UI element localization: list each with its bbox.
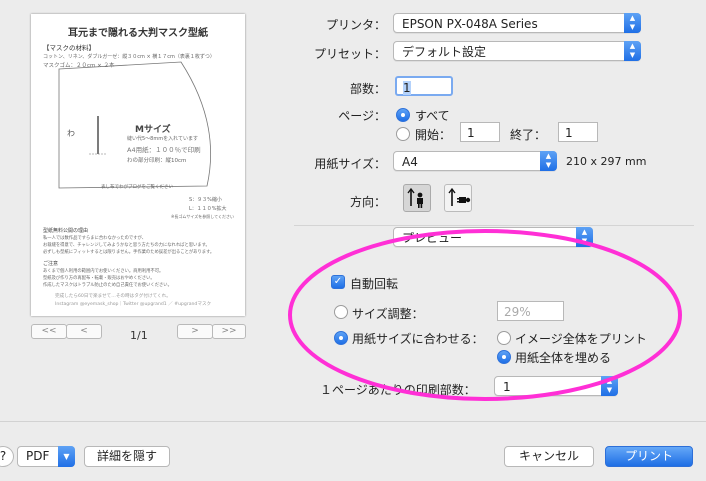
first-page-button[interactable]: << <box>31 324 67 339</box>
updown-chevron-icon: ▲ ▼ <box>576 227 593 247</box>
copies-label: 部数： <box>349 82 386 96</box>
print-entire-image-radio[interactable] <box>497 331 511 345</box>
auto-rotate-checkbox[interactable]: ✓ <box>331 275 345 289</box>
printer-value: EPSON PX-048A Series <box>402 17 538 31</box>
fill-entire-paper-label: 用紙全体を埋める <box>515 351 612 365</box>
section-divider <box>294 225 694 226</box>
footer-divider <box>0 421 706 422</box>
next-page-button[interactable]: > <box>177 324 213 339</box>
copies-per-page-value: 1 <box>503 380 511 394</box>
pages-range-radio[interactable] <box>396 127 410 141</box>
last-page-button[interactable]: >> <box>212 324 246 339</box>
copies-value: 1 <box>403 81 411 95</box>
preview-size-label: Mサイズ <box>135 125 171 135</box>
pages-all-radio[interactable] <box>396 108 410 122</box>
preview-notes-heading: 型紙無料公開の理由 <box>43 228 89 234</box>
copies-per-page-label: １ページあたりの印刷部数： <box>320 383 476 397</box>
pages-from-field[interactable]: 1 <box>460 122 500 142</box>
print-button[interactable]: プリント <box>605 446 693 467</box>
landscape-orientation-button[interactable] <box>444 184 472 212</box>
pdf-menu-button[interactable]: PDF ▼ <box>17 446 75 467</box>
page-indicator: 1/1 <box>130 329 148 342</box>
preview-notes-line: 作成したマスクはトラブル防止のため自己責任でお使いください。 <box>43 283 172 288</box>
updown-chevron-icon: ▲ ▼ <box>540 151 557 171</box>
hide-details-button[interactable]: 詳細を隠す <box>84 446 170 467</box>
preview-fold-mark: わ <box>67 129 75 138</box>
fit-to-paper-radio[interactable] <box>334 331 348 345</box>
chevron-down-icon: ▼ <box>58 446 75 467</box>
preset-popup[interactable]: デフォルト設定 ▲ ▼ <box>393 41 641 61</box>
paper-size-popup[interactable]: A4 ▲ ▼ <box>393 151 557 171</box>
printer-popup[interactable]: EPSON PX-048A Series ▲ ▼ <box>393 13 641 33</box>
preview-size-l: L：１１０%拡大 <box>189 206 227 212</box>
portrait-person-icon <box>407 187 423 208</box>
auto-rotate-label: 自動回転 <box>350 277 399 291</box>
section-value: プレビュー <box>402 231 463 245</box>
orientation-label: 方向： <box>349 195 386 209</box>
pages-from-label: 開始： <box>415 128 452 142</box>
section-popup[interactable]: プレビュー ▲ ▼ <box>393 227 593 247</box>
fit-to-paper-label: 用紙サイズに合わせる： <box>352 332 484 346</box>
preview-notes-heading: ご注意 <box>43 261 59 267</box>
preview-notes-line: 必ずしも型紙にフィットするとは限りません。手作業のため誤差が出ることがあります。 <box>43 250 215 255</box>
pdf-label: PDF <box>26 449 50 463</box>
updown-chevron-icon: ▲ ▼ <box>624 41 641 61</box>
pages-label: ページ： <box>338 109 386 123</box>
scale-label: サイズ調整： <box>352 307 424 321</box>
pages-to-label: 終了： <box>510 128 547 142</box>
printer-label: プリンタ： <box>325 18 386 32</box>
preview-size-s: S：９３%縮小 <box>189 197 222 203</box>
scale-radio[interactable] <box>334 305 348 319</box>
print-entire-image-label: イメージ全体をプリント <box>515 332 647 346</box>
fill-entire-paper-radio[interactable] <box>497 350 511 364</box>
print-preview-page: 耳元まで隠れる大判マスク型紙 【マスクの材料】 コットン、リネン、ダブルガーゼ：… <box>31 14 245 316</box>
paper-size-label: 用紙サイズ： <box>314 157 386 171</box>
preview-bottom-note: ※長ゴムサイズを参照してください <box>171 214 234 219</box>
pages-to-field[interactable]: 1 <box>558 122 598 142</box>
pages-all-label: すべて <box>415 109 450 123</box>
preview-width-note: わの部分印刷：縦10cm <box>127 158 187 164</box>
preview-fold-note: 表し布でわがブログをご覧ください <box>101 185 173 190</box>
preview-credit-line: 完成したら60日で楽ませて…その時はタグ付けてくれ。 <box>55 294 171 299</box>
updown-chevron-icon: ▲ ▼ <box>624 13 641 33</box>
paper-dimensions: 210 x 297 mm <box>566 155 647 168</box>
preset-label: プリセット： <box>313 47 386 61</box>
preview-credit-line: Instagram @eyemask_shop｜Twitter @upgrand… <box>55 302 212 307</box>
help-button[interactable]: ? <box>0 446 14 467</box>
copies-field[interactable]: 1 <box>395 76 453 96</box>
landscape-person-icon <box>448 187 471 206</box>
portrait-orientation-button[interactable] <box>403 184 431 212</box>
copies-per-page-popup[interactable]: 1 ▲ ▼ <box>494 376 618 396</box>
scale-field[interactable]: 29% <box>497 301 564 321</box>
preview-seam-note: 縫い代5～8mmを入れています <box>127 136 198 142</box>
updown-chevron-icon: ▲ ▼ <box>601 376 618 396</box>
paper-size-value: A4 <box>402 155 418 169</box>
preview-print-note: A4用紙：１００％で印刷 <box>127 146 201 154</box>
preset-value: デフォルト設定 <box>402 45 487 59</box>
checkmark-icon: ✓ <box>333 276 343 287</box>
cancel-button[interactable]: キャンセル <box>504 446 594 467</box>
previous-page-button[interactable]: < <box>66 324 102 339</box>
